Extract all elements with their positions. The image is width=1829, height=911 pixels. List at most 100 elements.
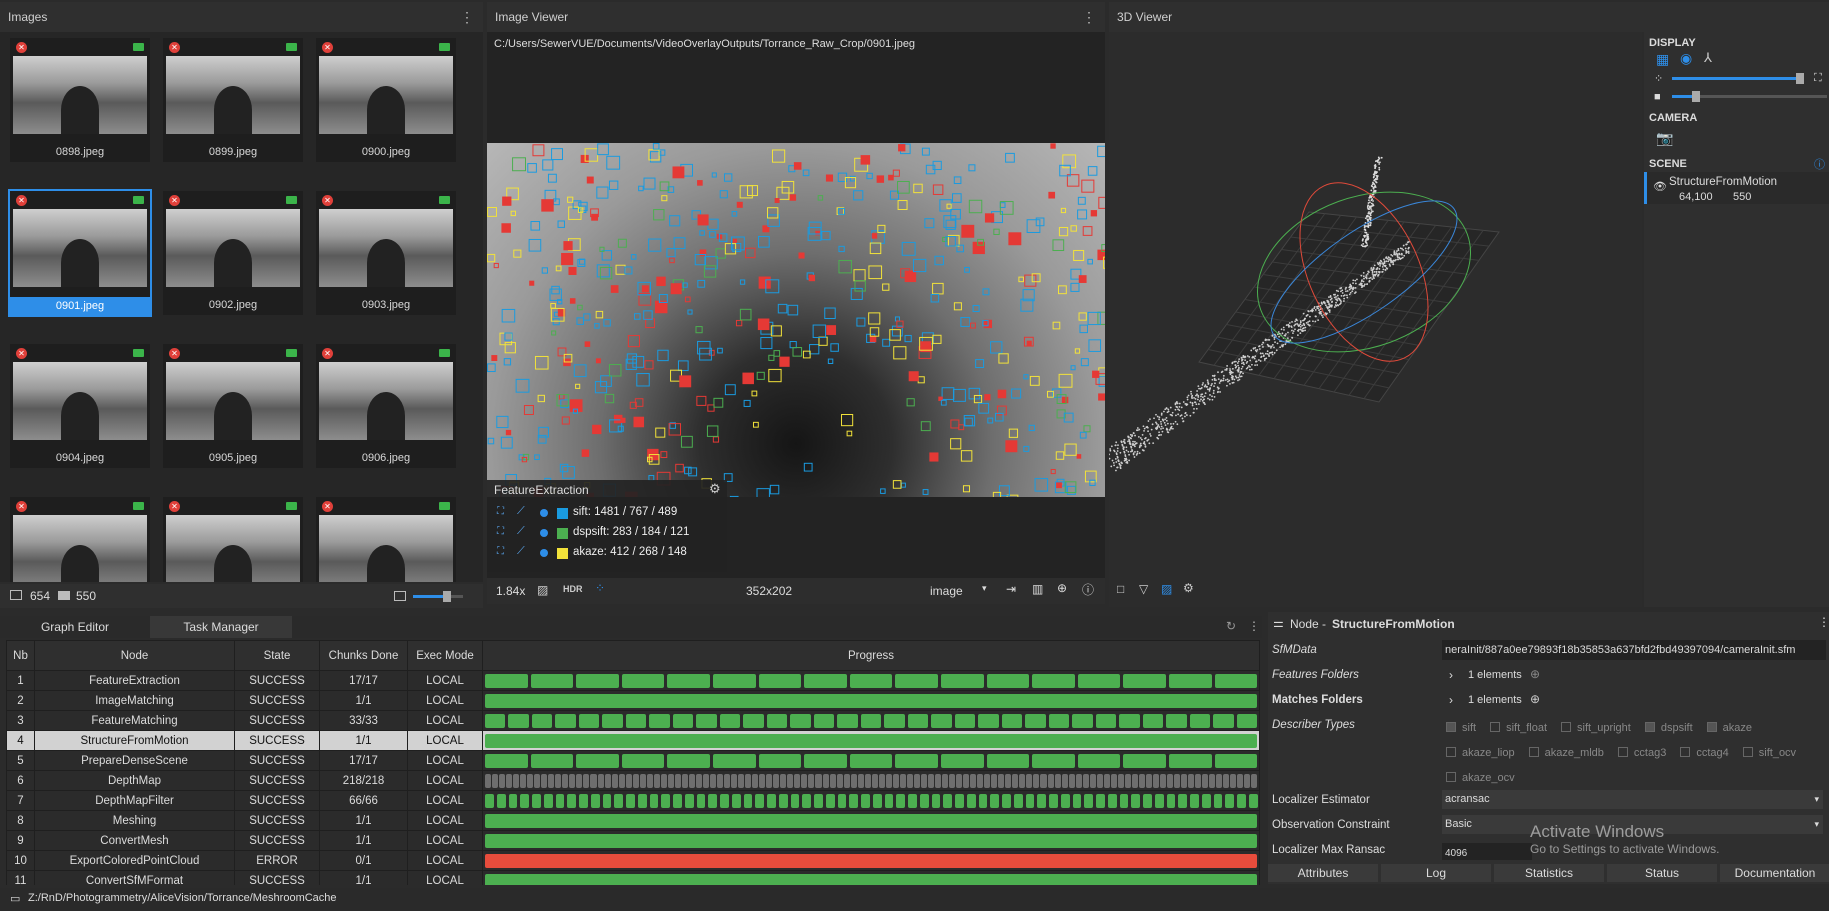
task-row[interactable]: 6 DepthMap SUCCESS 218/218 LOCAL: [6, 770, 1260, 791]
square-icon[interactable]: □: [1117, 582, 1124, 596]
task-menu-icon[interactable]: ⋮: [1248, 619, 1260, 633]
task-row[interactable]: 3 FeatureMatching SUCCESS 33/33 LOCAL: [6, 710, 1260, 731]
sfmdata-field[interactable]: neraInit/887a0ee79893f18b35853a637bfd2fb…: [1442, 640, 1826, 660]
localizer-estimator-select[interactable]: acransac ▾: [1442, 790, 1823, 809]
tab-graph-editor[interactable]: Graph Editor: [0, 616, 150, 638]
track-icon[interactable]: ⟋: [517, 525, 525, 538]
checkbox-box[interactable]: [1644, 722, 1655, 732]
image-thumbnail[interactable]: ✕: [163, 497, 303, 582]
describer-checkbox[interactable]: akaze_ocv: [1446, 766, 1515, 791]
export-icon[interactable]: ⇥: [1006, 582, 1016, 596]
camera-snapshot-icon[interactable]: 📷: [1656, 130, 1673, 147]
eye-icon[interactable]: 👁: [1653, 180, 1667, 193]
axis-icon[interactable]: ⅄: [1704, 50, 1712, 66]
gear-icon[interactable]: ⚙: [709, 481, 721, 497]
task-row[interactable]: 9 ConvertMesh SUCCESS 1/1 LOCAL: [6, 830, 1260, 851]
checkbox-box[interactable]: [1490, 722, 1501, 732]
track-icon[interactable]: ⟋: [517, 545, 525, 558]
task-row[interactable]: 10 ExportColoredPointCloud ERROR 0/1 LOCAL: [6, 850, 1260, 871]
describer-checkbox[interactable]: sift: [1446, 716, 1476, 741]
image-thumbnail[interactable]: ✕ 0901.jpeg: [8, 189, 152, 317]
images-menu-icon[interactable]: ⋮: [460, 2, 474, 32]
image-thumbnail[interactable]: ✕ 0899.jpeg: [163, 38, 303, 162]
tab-task-manager[interactable]: Task Manager: [150, 616, 292, 638]
describer-checkbox[interactable]: cctag3: [1617, 741, 1666, 766]
hdr-toggle[interactable]: HDR: [563, 584, 583, 594]
checkbox-box[interactable]: [1561, 722, 1572, 732]
point-size-slider[interactable]: [1672, 73, 1804, 84]
image-thumbnail[interactable]: ✕ 0903.jpeg: [316, 191, 456, 315]
checkbox-box[interactable]: [1446, 722, 1456, 732]
image-thumbnail[interactable]: ✕ 0906.jpeg: [316, 344, 456, 468]
mode-select[interactable]: image: [930, 584, 963, 598]
focus-icon[interactable]: ⛶: [497, 526, 504, 537]
settings-icon[interactable]: ⚙: [1183, 581, 1194, 595]
viewer3d-canvas[interactable]: [1109, 32, 1642, 607]
triangle-icon[interactable]: ▽: [1139, 582, 1148, 596]
expand-icon[interactable]: ⛶: [1814, 72, 1822, 85]
checkbox-box[interactable]: [1528, 747, 1539, 757]
histogram-icon[interactable]: ▥: [1032, 582, 1043, 596]
image-thumbnail[interactable]: ✕ 0905.jpeg: [163, 344, 303, 468]
task-row[interactable]: 7 DepthMapFilter SUCCESS 66/66 LOCAL: [6, 790, 1260, 811]
scene-info-icon[interactable]: ⓘ: [1814, 156, 1825, 172]
image-thumbnail[interactable]: ✕ 0900.jpeg: [316, 38, 456, 162]
checkbox-box[interactable]: [1706, 722, 1717, 732]
describer-checkbox[interactable]: akaze_mldb: [1528, 741, 1604, 766]
dot-icon[interactable]: [540, 509, 548, 517]
chevron-right-icon[interactable]: ›: [1449, 693, 1453, 707]
task-row[interactable]: 5 PrepareDenseScene SUCCESS 17/17 LOCAL: [6, 750, 1260, 771]
checkbox-box[interactable]: [1742, 747, 1753, 757]
info-icon[interactable]: ⓘ: [1082, 581, 1094, 598]
describer-checkbox[interactable]: cctag4: [1680, 741, 1729, 766]
task-row[interactable]: 8 Meshing SUCCESS 1/1 LOCAL: [6, 810, 1260, 831]
features-toggle-icon[interactable]: ⁘: [595, 581, 605, 595]
dot-icon[interactable]: [540, 529, 548, 537]
task-row[interactable]: 4 StructureFromMotion SUCCESS 1/1 LOCAL: [6, 730, 1260, 751]
refresh-icon[interactable]: ↻: [1226, 619, 1236, 633]
image-viewer-canvas[interactable]: C:/Users/SewerVUE/Documents/VideoOverlay…: [487, 32, 1105, 582]
focus-icon[interactable]: ⛶: [497, 506, 504, 517]
hatch-icon[interactable]: ▨: [537, 583, 548, 597]
track-icon[interactable]: ⟋: [517, 505, 525, 518]
checkbox-box[interactable]: [1617, 747, 1628, 757]
checkbox-box[interactable]: [1446, 772, 1456, 782]
gizmo-icon[interactable]: ◉: [1680, 50, 1692, 67]
task-row[interactable]: 2 ImageMatching SUCCESS 1/1 LOCAL: [6, 690, 1260, 711]
grid-icon[interactable]: ▦: [1656, 51, 1669, 68]
add-match-icon[interactable]: ⊕: [1530, 692, 1540, 706]
node-tab[interactable]: Status: [1607, 864, 1717, 882]
node-menu-icon[interactable]: ⋮: [1818, 615, 1829, 629]
describer-checkbox[interactable]: sift_upright: [1561, 716, 1631, 741]
describer-checkbox[interactable]: dspsift: [1644, 716, 1693, 741]
node-tab[interactable]: Documentation: [1720, 864, 1829, 882]
image-thumbnail[interactable]: ✕ 0898.jpeg: [10, 38, 150, 162]
thumbnail-size-slider[interactable]: [413, 591, 463, 602]
image-thumbnail[interactable]: ✕: [10, 497, 150, 582]
globe-icon[interactable]: ⊕: [1057, 581, 1067, 595]
focus-icon[interactable]: ⛶: [497, 546, 504, 557]
scene-item[interactable]: 👁 StructureFromMotion 64,100 550: [1644, 172, 1829, 204]
thumbnail-size-icon[interactable]: [394, 591, 406, 601]
node-tab[interactable]: Statistics: [1494, 864, 1604, 882]
dot-icon[interactable]: [540, 549, 548, 557]
chevron-right-icon[interactable]: ›: [1449, 668, 1453, 682]
describer-checkbox[interactable]: akaze_liop: [1446, 741, 1515, 766]
describer-checkbox[interactable]: sift_ocv: [1742, 741, 1796, 766]
chevron-down-icon[interactable]: ▾: [982, 583, 987, 594]
image-thumbnail[interactable]: ✕: [316, 497, 456, 582]
image-thumbnail[interactable]: ✕ 0902.jpeg: [163, 191, 303, 315]
node-tab[interactable]: Log: [1381, 864, 1491, 882]
task-row[interactable]: 1 FeatureExtraction SUCCESS 17/17 LOCAL: [6, 670, 1260, 691]
node-tab[interactable]: Attributes: [1268, 864, 1378, 882]
task-row[interactable]: 11 ConvertSfMFormat SUCCESS 1/1 LOCAL: [6, 870, 1260, 885]
describer-checkbox[interactable]: akaze: [1706, 716, 1752, 741]
image-thumbnail[interactable]: ✕ 0904.jpeg: [10, 344, 150, 468]
describer-checkbox[interactable]: sift_float: [1490, 716, 1547, 741]
checkbox-box[interactable]: [1446, 747, 1456, 757]
camera-size-slider[interactable]: [1672, 91, 1827, 102]
wireframe-icon[interactable]: ▨: [1161, 582, 1172, 596]
checkbox-box[interactable]: [1680, 747, 1691, 757]
add-feature-icon[interactable]: ⊕: [1530, 667, 1540, 681]
max-ransac-field[interactable]: 4096: [1442, 843, 1532, 860]
